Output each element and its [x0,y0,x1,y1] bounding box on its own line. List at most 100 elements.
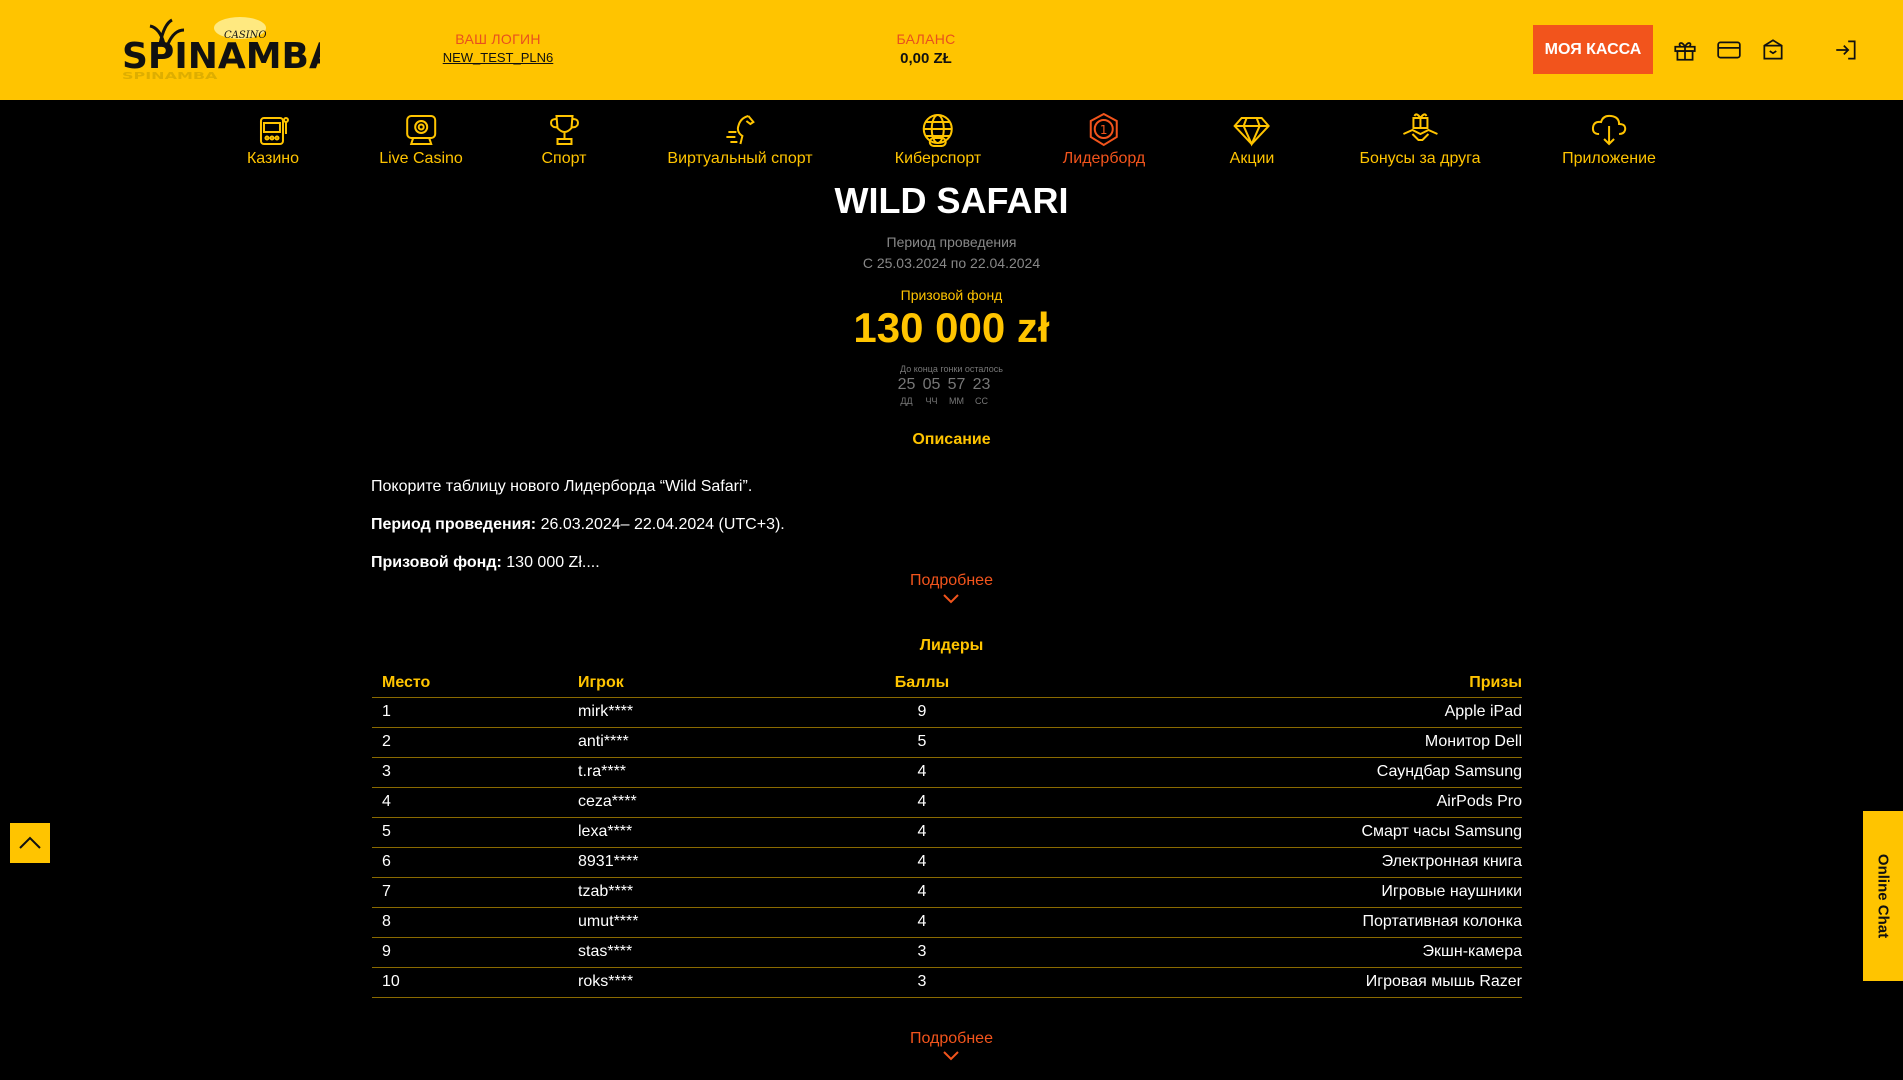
row-player: lexa**** [578,823,633,840]
nav-label: Бонусы за друга [1359,150,1481,167]
nav-item-virtual-sport[interactable]: Виртуальный спорт [667,112,813,168]
nav-item-app[interactable]: Приложение [1562,112,1656,168]
row-player: umut**** [578,913,639,930]
chevron-down-icon[interactable] [943,594,959,604]
svg-text:SPINAMBA: SPINAMBA [122,71,218,82]
cashier-button[interactable]: МОЯ КАССА [1533,25,1653,74]
countdown-value: 23 [972,376,991,393]
slot-machine-icon [259,117,289,145]
nav-item-leaderboard[interactable]: 1 Лидерборд [1063,112,1145,168]
row-score: 5 [917,733,927,750]
row-place: 3 [382,763,391,780]
nav-label: Приложение [1562,150,1656,167]
login-value[interactable]: NEW_TEST_PLN6 [428,50,568,65]
card-icon[interactable] [1715,36,1743,64]
leaderboard-badge-icon: 1 [1090,112,1118,147]
row-score: 4 [917,883,927,900]
nav-item-esport[interactable]: Киберспорт [895,112,981,168]
cloud-download-icon [1591,114,1627,146]
column-place: Место [382,674,431,691]
main-nav: Казино Live Casino Спорт Виртуальный спо… [0,100,1903,176]
row-player: anti**** [578,733,629,750]
row-player: ceza**** [578,793,637,810]
row-score: 4 [917,793,927,810]
countdown-unit: ЧЧ [925,396,938,406]
diamond-icon [1233,117,1271,147]
table-row: 4 ceza**** 4 AirPods Pro [372,788,1522,818]
row-prize: Игровая мышь Razer [1365,973,1522,990]
nav-label: Акции [1229,150,1275,167]
row-place: 2 [382,733,391,750]
row-place: 9 [382,943,391,960]
prize-bold-label: Призовой фонд: [371,554,502,571]
description-more-link[interactable]: Подробнее [0,572,1903,590]
gift-icon[interactable] [1671,36,1699,64]
table-row: 8 umut**** 4 Портативная колонка [372,908,1522,938]
nav-label: Казино [246,150,300,167]
nav-item-refer-friend[interactable]: Бонусы за друга [1359,112,1481,168]
description-line-2: Период проведения: 26.03.2024– 22.04.202… [371,516,1521,534]
row-prize: Apple iPad [1444,703,1522,720]
period-dates: С 25.03.2024 по 22.04.2024 [862,255,1041,271]
leaders-heading: Лидеры [919,637,984,654]
leaders-table: Место Игрок Баллы Призы 1 mirk**** 9 App… [372,666,1522,998]
scroll-to-top-button[interactable] [10,823,50,863]
top-bar: CASINO SPINAMBA SPINAMBA ВАШ ЛОГИН NEW_T… [0,0,1903,100]
row-score: 9 [917,703,927,720]
nav-item-promotions[interactable]: Акции [1229,112,1275,168]
online-chat-button[interactable]: Online Chat [1863,811,1903,981]
tournament-title: WILD SAFARI [834,180,1069,221]
countdown-minutes: 57 ММ [947,376,966,406]
row-place: 1 [382,703,391,720]
spinamba-logo[interactable]: CASINO SPINAMBA SPINAMBA [120,14,337,86]
horse-icon [726,115,755,145]
description-line-1: Покорите таблицу нового Лидерборда “Wild… [371,478,753,495]
prize-text: 130 000 Zł.... [501,554,600,571]
row-score: 3 [917,973,927,990]
row-prize: Смарт часы Samsung [1361,823,1522,840]
row-prize: AirPods Pro [1436,793,1522,810]
countdown-hours: 05 ЧЧ [922,376,941,406]
countdown-seconds: 23 СС [972,376,991,406]
countdown-unit: ММ [949,396,964,406]
row-place: 4 [382,793,391,810]
table-row: 10 roks**** 3 Игровая мышь Razer [372,968,1522,998]
chevron-up-icon [19,836,41,849]
period-bold-label: Период проведения: [371,516,537,533]
column-prize: Призы [1469,674,1522,691]
balance-value: 0,00 ZŁ [900,50,952,67]
table-row: 6 8931**** 4 Электронная книга [372,848,1522,878]
countdown-days: 25 ДД [897,376,916,406]
table-row: 2 anti**** 5 Монитор Dell [372,728,1522,758]
table-row: 7 tzab**** 4 Игровые наушники [372,878,1522,908]
row-score: 4 [917,913,927,930]
row-player: stas**** [578,943,633,960]
description-heading: Описание [912,431,991,448]
nav-item-live-casino[interactable]: Live Casino [379,112,463,168]
prize-fund-label: Призовой фонд [900,287,1003,303]
countdown-value: 05 [922,376,941,393]
table-row: 3 t.ra**** 4 Саундбар Samsung [372,758,1522,788]
table-row: 9 stas**** 3 Экшн-камера [372,938,1522,968]
balance-label: БАЛАНС [896,31,956,47]
row-player: roks**** [578,973,634,990]
nav-item-sport[interactable]: Спорт [542,112,587,168]
nav-item-casino[interactable]: Казино [247,112,299,168]
row-score: 4 [917,763,927,780]
inbox-icon[interactable] [1759,36,1787,64]
row-player: 8931**** [578,853,639,870]
row-prize: Монитор Dell [1424,733,1522,750]
login-block: ВАШ ЛОГИН NEW_TEST_PLN6 [428,31,568,65]
countdown-timer: 25 ДД 05 ЧЧ 57 ММ 23 СС [897,376,991,406]
column-player: Игрок [578,674,624,691]
online-chat-label: Online Chat [1874,853,1892,939]
row-place: 5 [382,823,391,840]
row-score: 4 [917,823,927,840]
chevron-down-icon[interactable] [943,1051,959,1061]
gift-handshake-icon [1402,113,1438,141]
countdown-label: До конца гонки осталось [900,364,1003,374]
balance-block: БАЛАНС 0,00 ZŁ [866,31,986,67]
logout-icon[interactable] [1832,36,1860,64]
row-score: 4 [917,853,927,870]
leaders-more-link[interactable]: Подробнее [0,1030,1903,1048]
